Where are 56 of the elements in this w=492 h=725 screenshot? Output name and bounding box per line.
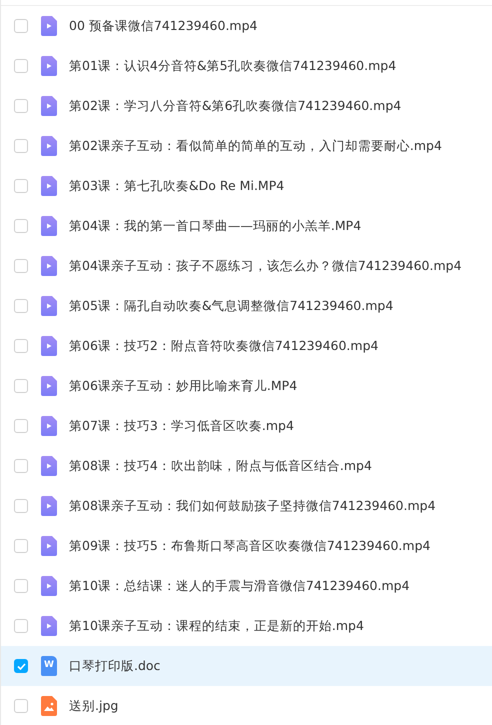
video-file-icon — [41, 536, 57, 556]
file-name: 第03课：第七孔吹奏&Do Re Mi.MP4 — [69, 176, 284, 195]
checkbox[interactable] — [14, 659, 28, 673]
video-file-icon — [41, 176, 57, 196]
file-name: 第04课：我的第一首口琴曲——玛丽的小羔羊.MP4 — [69, 216, 362, 235]
video-file-icon — [41, 96, 57, 116]
checkbox[interactable] — [14, 59, 28, 73]
file-name: 第04课亲子互动：孩子不愿练习，该怎么办？微信741239460.mp4 — [69, 256, 462, 275]
checkbox[interactable] — [14, 139, 28, 153]
checkbox[interactable] — [14, 459, 28, 473]
file-name: 第08课：技巧4：吹出韵味，附点与低音区结合.mp4 — [69, 456, 372, 475]
video-file-icon — [41, 616, 57, 636]
video-file-icon — [41, 296, 57, 316]
checkbox[interactable] — [14, 699, 28, 713]
video-file-icon — [41, 216, 57, 236]
video-file-icon — [41, 16, 57, 36]
video-file-icon — [41, 416, 57, 436]
file-row[interactable]: W 口琴打印版.doc — [1, 646, 492, 686]
video-file-icon — [41, 136, 57, 156]
video-file-icon — [41, 456, 57, 476]
file-name: 第05课：隔孔自动吹奏&气息调整微信741239460.mp4 — [69, 296, 394, 315]
video-file-icon — [41, 576, 57, 596]
checkbox[interactable] — [14, 339, 28, 353]
file-name: 第02课亲子互动：看似简单的简单的互动，入门却需要耐心.mp4 — [69, 136, 442, 155]
checkbox[interactable] — [14, 499, 28, 513]
file-name: 第09课：技巧5：布鲁斯口琴高音区吹奏微信741239460.mp4 — [69, 536, 430, 555]
file-name: 口琴打印版.doc — [69, 656, 160, 675]
checkbox[interactable] — [14, 19, 28, 33]
file-name: 第10课：总结课：迷人的手震与滑音微信741239460.mp4 — [69, 576, 410, 595]
file-name: 第10课亲子互动：课程的结束，正是新的开始.mp4 — [69, 616, 364, 635]
checkbox[interactable] — [14, 299, 28, 313]
checkbox[interactable] — [14, 259, 28, 273]
file-name: 第08课亲子互动：我们如何鼓励孩子坚持微信741239460.mp4 — [69, 496, 436, 515]
check-icon — [16, 662, 26, 670]
checkbox[interactable] — [14, 179, 28, 193]
file-name: 第06课：技巧2：附点音符吹奏微信741239460.mp4 — [69, 336, 378, 355]
file-name: 00 预备课微信741239460.mp4 — [69, 16, 258, 35]
checkbox[interactable] — [14, 579, 28, 593]
video-file-icon — [41, 256, 57, 276]
file-name: 第01课：认识4分音符&第5孔吹奏微信741239460.mp4 — [69, 56, 396, 75]
video-file-icon — [41, 376, 57, 396]
video-file-icon — [41, 496, 57, 516]
file-name: 第06课亲子互动：妙用比喻来育儿.MP4 — [69, 376, 298, 395]
checkbox[interactable] — [14, 219, 28, 233]
file-name: 第02课：学习八分音符&第6孔吹奏微信741239460.mp4 — [69, 96, 402, 115]
checkbox[interactable] — [14, 419, 28, 433]
checkbox[interactable] — [14, 619, 28, 633]
checkbox[interactable] — [14, 99, 28, 113]
word-document-icon: W — [41, 656, 57, 676]
video-file-icon — [41, 56, 57, 76]
checkbox[interactable] — [14, 379, 28, 393]
file-name: 送别.jpg — [69, 696, 118, 715]
video-file-icon — [41, 336, 57, 356]
checkbox[interactable] — [14, 539, 28, 553]
file-name: 第07课：技巧3：学习低音区吹奏.mp4 — [69, 416, 294, 435]
image-file-icon — [41, 696, 57, 716]
